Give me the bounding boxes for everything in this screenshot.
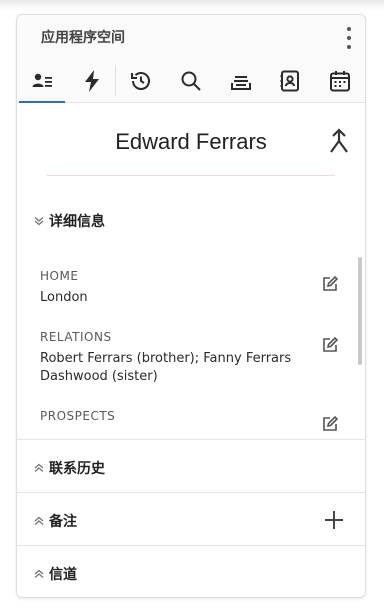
notes-section: 备注 xyxy=(17,492,365,545)
edit-icon[interactable] xyxy=(321,275,339,293)
address-book-icon xyxy=(280,70,300,91)
field-label: PROSPECTS xyxy=(40,409,116,423)
chevron-up-icon xyxy=(34,463,44,472)
field-value: London xyxy=(40,290,88,305)
contact-card-icon xyxy=(32,73,52,87)
calendar-icon xyxy=(330,70,351,91)
tab-actions[interactable] xyxy=(67,59,117,102)
tab-contact[interactable] xyxy=(17,59,67,103)
tab-bar xyxy=(17,59,365,103)
field-label: RELATIONS xyxy=(40,330,112,344)
panel-header: 应用程序空间 xyxy=(17,15,365,59)
contact-name: Edward Ferrars xyxy=(115,129,267,154)
collapse-icon[interactable] xyxy=(327,127,351,155)
edit-icon[interactable] xyxy=(321,336,339,354)
search-icon xyxy=(181,71,201,91)
app-space-panel: 应用程序空间 Edward Ferrars 详细信息 HOME London R… xyxy=(16,14,366,598)
history-icon xyxy=(131,71,151,90)
channels-section-toggle[interactable]: 信道 xyxy=(33,564,77,584)
history-section-title: 联系历史 xyxy=(49,461,105,477)
notes-section-toggle[interactable]: 备注 xyxy=(33,511,77,531)
details-list: HOME London RELATIONS Robert Ferrars (br… xyxy=(17,265,365,439)
notes-section-title: 备注 xyxy=(49,514,77,530)
tab-directory[interactable] xyxy=(266,59,316,102)
tab-history[interactable] xyxy=(116,59,166,102)
field-home: HOME London xyxy=(40,269,339,307)
add-note-icon[interactable] xyxy=(323,509,345,531)
tab-calendar[interactable] xyxy=(315,59,365,102)
chevron-up-icon xyxy=(34,569,44,578)
edit-icon[interactable] xyxy=(321,415,339,433)
top-shadow xyxy=(0,0,384,10)
history-section: 联系历史 xyxy=(17,439,365,492)
field-value: Robert Ferrars (brother); Fanny Ferrars … xyxy=(40,351,292,384)
more-options-icon[interactable] xyxy=(343,27,355,49)
app-title: 应用程序空间 xyxy=(41,30,125,46)
tab-queue[interactable] xyxy=(216,59,266,102)
name-divider xyxy=(47,175,335,176)
channels-section-title: 信道 xyxy=(49,567,77,583)
field-prospects: PROSPECTS xyxy=(40,409,339,431)
contact-header: Edward Ferrars xyxy=(17,103,365,175)
field-relations: RELATIONS Robert Ferrars (brother); Fann… xyxy=(40,330,339,386)
channels-section: 信道 xyxy=(17,545,365,597)
details-scrollbar[interactable] xyxy=(358,257,362,365)
history-section-toggle[interactable]: 联系历史 xyxy=(33,458,105,478)
stack-icon xyxy=(230,75,251,90)
tab-search[interactable] xyxy=(166,59,216,102)
field-label: HOME xyxy=(40,269,79,283)
chevron-up-icon xyxy=(34,516,44,525)
details-section-title: 详细信息 xyxy=(49,214,105,230)
details-section-toggle[interactable]: 详细信息 xyxy=(33,211,105,231)
chevron-down-icon xyxy=(34,217,44,226)
lightning-icon xyxy=(84,69,99,92)
